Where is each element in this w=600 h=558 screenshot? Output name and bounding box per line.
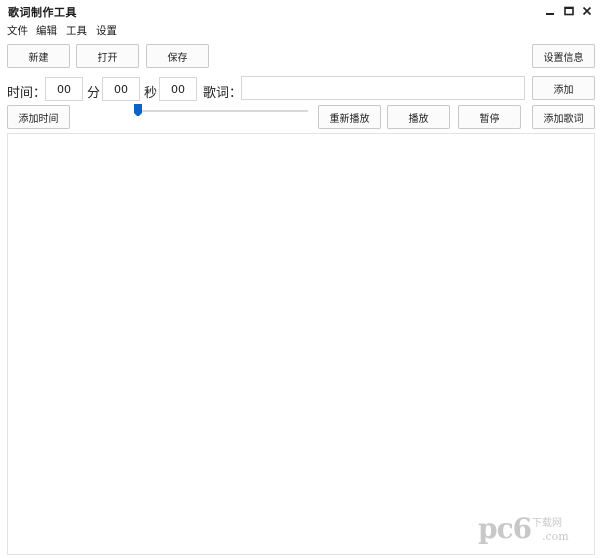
- add-lyric-button[interactable]: 添加歌词: [532, 105, 595, 129]
- menu-settings[interactable]: 设置: [96, 23, 117, 38]
- play-button[interactable]: 播放: [387, 105, 450, 129]
- replay-button[interactable]: 重新播放: [318, 105, 381, 129]
- save-button[interactable]: 保存: [146, 44, 209, 68]
- add-button[interactable]: 添加: [532, 76, 595, 100]
- second-label: 秒: [144, 86, 158, 101]
- pause-button[interactable]: 暂停: [458, 105, 521, 129]
- time-label: 时间：: [7, 86, 47, 101]
- minute-label: 分: [87, 86, 101, 101]
- maximize-icon: [564, 6, 574, 16]
- close-icon: [582, 6, 592, 16]
- slider-track: [138, 110, 308, 112]
- millisecond-input[interactable]: 00: [159, 77, 197, 101]
- add-time-button[interactable]: 添加时间: [7, 105, 70, 129]
- settings-info-button[interactable]: 设置信息: [532, 44, 595, 68]
- menu-file[interactable]: 文件: [7, 23, 28, 38]
- new-button[interactable]: 新建: [7, 44, 70, 68]
- menu-edit[interactable]: 编辑: [36, 23, 57, 38]
- window-title: 歌词制作工具: [8, 6, 77, 19]
- maximize-button[interactable]: [562, 4, 576, 18]
- menu-tools[interactable]: 工具: [66, 23, 87, 38]
- playback-slider[interactable]: [134, 104, 310, 118]
- watermark-cn: 下载网: [532, 518, 562, 529]
- second-input[interactable]: 00: [102, 77, 140, 101]
- watermark-logo: pc6 下载网 .com: [478, 510, 594, 554]
- watermark-domain: .com: [542, 530, 569, 543]
- slider-thumb[interactable]: [134, 104, 142, 116]
- lyric-input[interactable]: [241, 76, 525, 100]
- minimize-icon: [546, 13, 554, 15]
- lyric-label: 歌词：: [203, 86, 243, 101]
- close-button[interactable]: [580, 4, 594, 18]
- minute-input[interactable]: 00: [45, 77, 83, 101]
- open-button[interactable]: 打开: [76, 44, 139, 68]
- lyrics-editor[interactable]: [7, 133, 595, 555]
- minimize-button[interactable]: [543, 4, 557, 18]
- watermark-brand: pc6: [478, 512, 532, 545]
